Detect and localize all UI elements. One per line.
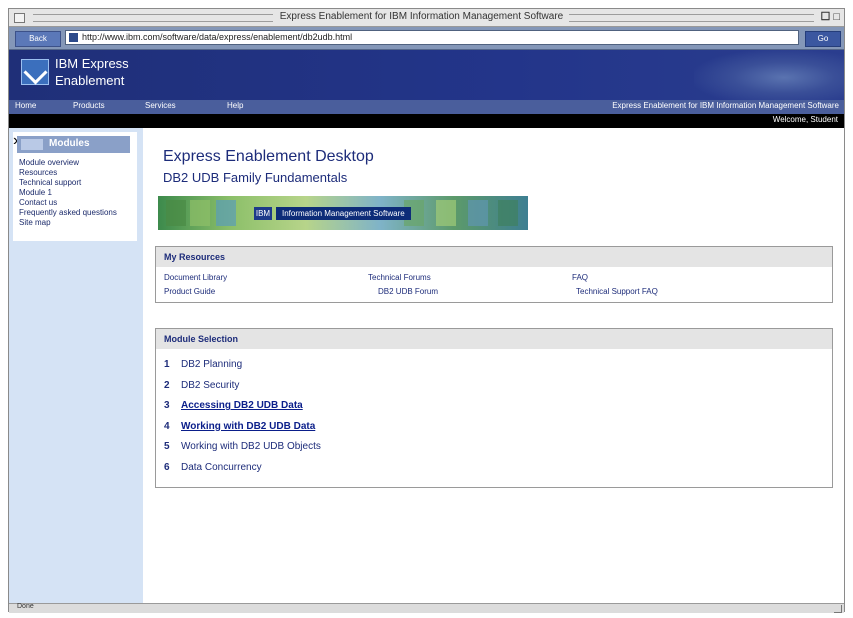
status-text: Done (17, 603, 34, 610)
nav-item-help[interactable]: Help (227, 101, 243, 110)
resize-grip-icon[interactable] (834, 605, 842, 613)
page-icon (69, 33, 78, 42)
module-row: 1 DB2 Planning (164, 359, 832, 380)
module-link[interactable]: Data Concurrency (181, 462, 262, 473)
module-link[interactable]: DB2 Planning (181, 359, 242, 370)
module-row: 5 Working with DB2 UDB Objects (164, 441, 832, 462)
module-row: 4 Working with DB2 UDB Data (164, 421, 832, 442)
module-row: 2 DB2 Security (164, 380, 832, 401)
express-logo-icon (21, 59, 49, 85)
module-number: 4 (164, 420, 170, 432)
module-row: 3 Accessing DB2 UDB Data (164, 400, 832, 421)
page-subtitle: DB2 UDB Family Fundamentals (163, 170, 348, 185)
sidebar-item[interactable]: Resources (19, 168, 135, 178)
sidebar-item[interactable]: Contact us (19, 198, 135, 208)
browser-toolbar: Back http://www.ibm.com/software/data/ex… (9, 27, 844, 50)
window-close-button[interactable] (14, 13, 25, 23)
resource-link-documents[interactable]: Product Guide (164, 287, 215, 296)
page-title: Express Enablement Desktop (163, 148, 374, 165)
resources-panel: My Resources Document Library Product Gu… (155, 246, 833, 303)
welcome-text: Welcome, Student (772, 115, 838, 124)
nav-item-home[interactable]: Home (15, 101, 36, 110)
module-selection-header: Module Selection (156, 329, 832, 349)
window-zoom-button[interactable]: ☐ □ (820, 10, 840, 23)
ibm-logo: IBM (254, 207, 272, 220)
main-content: Express Enablement Desktop DB2 UDB Famil… (143, 128, 844, 603)
promo-text: Information Management Software (276, 207, 411, 220)
sidebar-panel: Modules › Module overview Resources Tech… (13, 132, 137, 241)
sidebar-list: Module overview Resources Technical supp… (19, 158, 135, 228)
promo-banner[interactable]: IBM Information Management Software (158, 196, 528, 230)
resources-header: My Resources (156, 247, 832, 267)
window-title: Express Enablement for IBM Information M… (279, 11, 564, 22)
go-button[interactable]: Go (805, 31, 841, 47)
sidebar-item[interactable]: Technical support (19, 178, 135, 188)
address-field[interactable]: http://www.ibm.com/software/data/express… (65, 30, 799, 45)
module-link[interactable]: Accessing DB2 UDB Data (181, 400, 303, 411)
sidebar-item[interactable]: Frequently asked questions (19, 208, 135, 218)
sidebar: Modules › Module overview Resources Tech… (9, 128, 143, 603)
module-number: 6 (164, 461, 170, 473)
nav-item-services[interactable]: Services (145, 101, 176, 110)
address-text: http://www.ibm.com/software/data/express… (82, 32, 353, 42)
sidebar-item[interactable]: Module overview (19, 158, 135, 168)
sidebar-header-label: Modules (49, 138, 90, 149)
module-link[interactable]: Working with DB2 UDB Objects (181, 441, 321, 452)
resource-link-faq[interactable]: Technical Support FAQ (576, 287, 658, 296)
site-banner: IBM Express Enablement (9, 50, 844, 100)
sidebar-item[interactable]: Site map (19, 218, 135, 228)
back-button[interactable]: Back (15, 31, 61, 47)
module-number: 5 (164, 441, 170, 452)
sidebar-header-icon (21, 139, 43, 150)
sidebar-header: Modules (17, 136, 130, 153)
resource-label-faq: FAQ (572, 273, 589, 282)
status-bar: Done (9, 603, 844, 613)
resource-label-forums: Technical Forums (368, 273, 431, 282)
resource-label-documents: Document Library (164, 273, 228, 282)
window-title-bar: Express Enablement for IBM Information M… (9, 9, 844, 27)
module-link[interactable]: Working with DB2 UDB Data (181, 421, 315, 432)
nav-item-products[interactable]: Products (73, 101, 105, 110)
module-selection-panel: Module Selection 1 DB2 Planning 2 DB2 Se… (155, 328, 833, 488)
resource-link-forums[interactable]: DB2 UDB Forum (378, 287, 438, 296)
user-bar: Welcome, Student (9, 114, 844, 128)
module-row: 6 Data Concurrency (164, 462, 832, 483)
module-link[interactable]: DB2 Security (181, 380, 239, 391)
module-number: 1 (164, 359, 170, 370)
module-list: 1 DB2 Planning 2 DB2 Security 3 Accessin… (156, 349, 832, 482)
brand-line-1: IBM Express (55, 56, 129, 71)
sidebar-item[interactable]: Module 1 (19, 188, 135, 198)
module-number: 3 (164, 400, 170, 411)
top-nav: Home Products Services Help Express Enab… (9, 100, 844, 114)
brand-line-2: Enablement (55, 73, 125, 88)
module-number: 2 (164, 379, 170, 391)
globe-graphic (694, 50, 844, 100)
nav-right-text: Express Enablement for IBM Information M… (612, 101, 839, 110)
browser-window: Express Enablement for IBM Information M… (8, 8, 845, 613)
